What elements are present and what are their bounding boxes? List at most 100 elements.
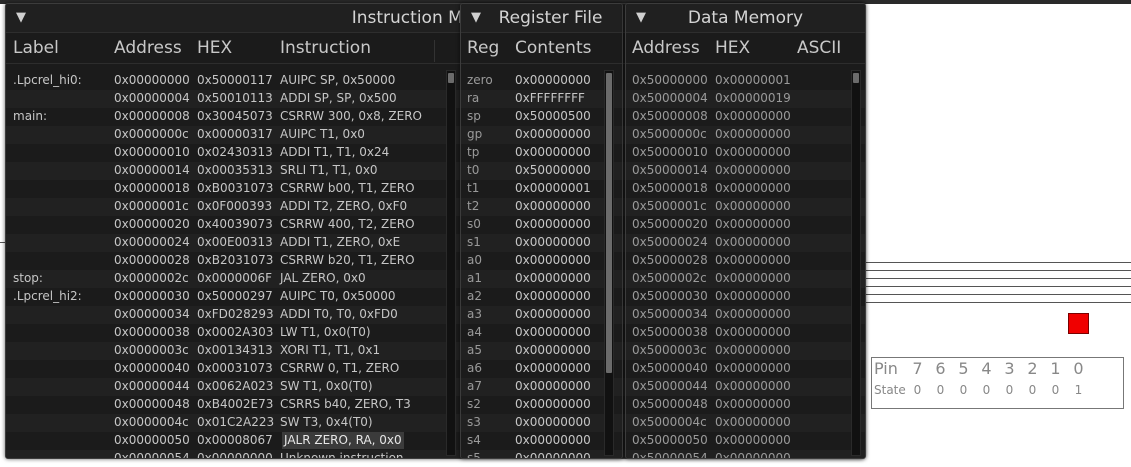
bus-wire xyxy=(866,294,1131,295)
register-scrollbar[interactable] xyxy=(604,70,614,456)
instruction-text: ADDI T1, T1, 0x24 xyxy=(280,145,390,159)
register-value: 0x00000000 xyxy=(515,289,591,303)
data-memory-row[interactable]: 0x50000010 0x00000000 xyxy=(626,144,865,162)
register-row[interactable]: a2 0x00000000 xyxy=(461,288,622,306)
register-name: sp xyxy=(467,109,481,123)
register-value: 0x00000000 xyxy=(515,271,591,285)
register-row[interactable]: t1 0x00000001 xyxy=(461,180,622,198)
data-memory-row[interactable]: 0x5000004c 0x00000000 xyxy=(626,414,865,432)
instruction-address: 0x00000034 xyxy=(114,307,190,321)
register-row[interactable]: sp 0x50000500 xyxy=(461,108,622,126)
instruction-label: .Lpcrel_hi2: xyxy=(13,289,82,303)
data-memory-row[interactable]: 0x5000003c 0x00000000 xyxy=(626,342,865,360)
instruction-text: AUIPC T0, 0x50000 xyxy=(280,289,396,303)
register-value: 0x00000000 xyxy=(515,217,591,231)
instruction-label: stop: xyxy=(13,271,43,285)
register-name: gp xyxy=(467,127,483,141)
memory-address: 0x50000014 xyxy=(632,163,708,177)
register-row[interactable]: tp 0x00000000 xyxy=(461,144,622,162)
memory-address: 0x50000028 xyxy=(632,253,708,267)
data-memory-header[interactable]: ▼ Data Memory xyxy=(626,4,865,33)
register-row[interactable]: a1 0x00000000 xyxy=(461,270,622,288)
register-row[interactable]: t0 0x50000000 xyxy=(461,162,622,180)
register-value: 0x00000001 xyxy=(515,181,591,195)
data-memory-row[interactable]: 0x50000008 0x00000000 xyxy=(626,108,865,126)
data-memory-row[interactable]: 0x50000018 0x00000000 xyxy=(626,180,865,198)
instruction-hex: 0xB0031073 xyxy=(197,181,274,195)
pin-state: 0 xyxy=(982,383,991,397)
memory-hex: 0x00000000 xyxy=(715,235,791,249)
register-row[interactable]: a7 0x00000000 xyxy=(461,378,622,396)
register-name: a2 xyxy=(467,289,482,303)
data-memory-row[interactable]: 0x50000044 0x00000000 xyxy=(626,378,865,396)
memory-hex: 0x00000000 xyxy=(715,181,791,195)
data-memory-row[interactable]: 0x50000028 0x00000000 xyxy=(626,252,865,270)
scrollbar-thumb[interactable] xyxy=(448,73,454,83)
data-memory-row[interactable]: 0x50000038 0x00000000 xyxy=(626,324,865,342)
data-memory-row[interactable]: 0x50000020 0x00000000 xyxy=(626,216,865,234)
instruction-address: 0x00000024 xyxy=(114,235,190,249)
register-row[interactable]: a3 0x00000000 xyxy=(461,306,622,324)
data-memory-row[interactable]: 0x50000040 0x00000000 xyxy=(626,360,865,378)
bus-wire xyxy=(866,278,1131,279)
data-memory-row[interactable]: 0x50000054 0x00000000 xyxy=(626,450,865,458)
register-row[interactable]: a5 0x00000000 xyxy=(461,342,622,360)
output-led[interactable] xyxy=(1068,313,1089,334)
data-memory-row[interactable]: 0x50000000 0x00000001 xyxy=(626,72,865,90)
register-row[interactable]: gp 0x00000000 xyxy=(461,126,622,144)
collapse-triangle-icon[interactable]: ▼ xyxy=(636,10,646,25)
instruction-label: .Lpcrel_hi0: xyxy=(13,73,82,87)
data-memory-row[interactable]: 0x50000048 0x00000000 xyxy=(626,396,865,414)
scrollbar-thumb[interactable] xyxy=(606,73,612,373)
register-row[interactable]: s3 0x00000000 xyxy=(461,414,622,432)
register-row[interactable]: s5 0x00000000 xyxy=(461,450,622,458)
data-memory-row[interactable]: 0x50000014 0x00000000 xyxy=(626,162,865,180)
pin-number: 1 xyxy=(1050,359,1061,378)
scrollbar-thumb[interactable] xyxy=(853,73,859,83)
register-row[interactable]: s1 0x00000000 xyxy=(461,234,622,252)
memory-hex: 0x00000000 xyxy=(715,343,791,357)
register-value: 0x00000000 xyxy=(515,127,591,141)
instruction-text: LW T1, 0x0(T0) xyxy=(280,325,371,339)
register-row[interactable]: a6 0x00000000 xyxy=(461,360,622,378)
register-file-panel: ▼ Register File Reg Contents zero 0x00000… xyxy=(460,3,623,459)
register-value: 0x00000000 xyxy=(515,307,591,321)
collapse-triangle-icon[interactable]: ▼ xyxy=(16,10,26,25)
instruction-hex: 0xFD028293 xyxy=(197,307,274,321)
register-row[interactable]: s4 0x00000000 xyxy=(461,432,622,450)
instruction-hex: 0x00000000 xyxy=(197,451,273,459)
register-row[interactable]: a0 0x00000000 xyxy=(461,252,622,270)
register-row[interactable]: s0 0x00000000 xyxy=(461,216,622,234)
data-memory-row[interactable]: 0x5000002c 0x00000000 xyxy=(626,270,865,288)
register-row[interactable]: a4 0x00000000 xyxy=(461,324,622,342)
data-memory-row[interactable]: 0x5000000c 0x00000000 xyxy=(626,126,865,144)
memory-hex: 0x00000019 xyxy=(715,91,791,105)
register-file-header[interactable]: ▼ Register File xyxy=(461,4,622,33)
data-memory-row[interactable]: 0x50000050 0x00000000 xyxy=(626,432,865,450)
instruction-text: ADDI T2, ZERO, 0xF0 xyxy=(280,199,408,213)
pin-label: Pin xyxy=(874,359,898,378)
instruction-address: 0x00000000 xyxy=(114,73,190,87)
register-row[interactable]: s2 0x00000000 xyxy=(461,396,622,414)
memory-address: 0x5000003c xyxy=(632,343,707,357)
data-memory-row[interactable]: 0x50000034 0x00000000 xyxy=(626,306,865,324)
instruction-scrollbar[interactable] xyxy=(446,70,456,456)
collapse-triangle-icon[interactable]: ▼ xyxy=(471,10,481,25)
register-value: 0x00000000 xyxy=(515,397,591,411)
register-row[interactable]: zero 0x00000000 xyxy=(461,72,622,90)
memory-address: 0x50000050 xyxy=(632,433,708,447)
data-memory-row[interactable]: 0x50000024 0x00000000 xyxy=(626,234,865,252)
pin-state: 1 xyxy=(1074,383,1083,397)
pin-state-table: Pin 76543210 State 00000001 xyxy=(871,357,1124,409)
data-memory-scrollbar[interactable] xyxy=(851,70,861,456)
state-row: State 00000001 xyxy=(874,383,1090,397)
pin-number: 6 xyxy=(935,359,946,378)
instruction-text: CSRRW b20, T1, ZERO xyxy=(280,253,415,267)
register-row[interactable]: t2 0x00000000 xyxy=(461,198,622,216)
register-row[interactable]: ra 0xFFFFFFFF xyxy=(461,90,622,108)
instruction-address: 0x0000003c xyxy=(114,343,189,357)
data-memory-row[interactable]: 0x50000004 0x00000019 xyxy=(626,90,865,108)
data-memory-row[interactable]: 0x5000001c 0x00000000 xyxy=(626,198,865,216)
data-memory-row[interactable]: 0x50000030 0x00000000 xyxy=(626,288,865,306)
register-list: zero 0x00000000 ra 0xFFFFFFFF sp 0x50000500 gp… xyxy=(461,72,622,458)
